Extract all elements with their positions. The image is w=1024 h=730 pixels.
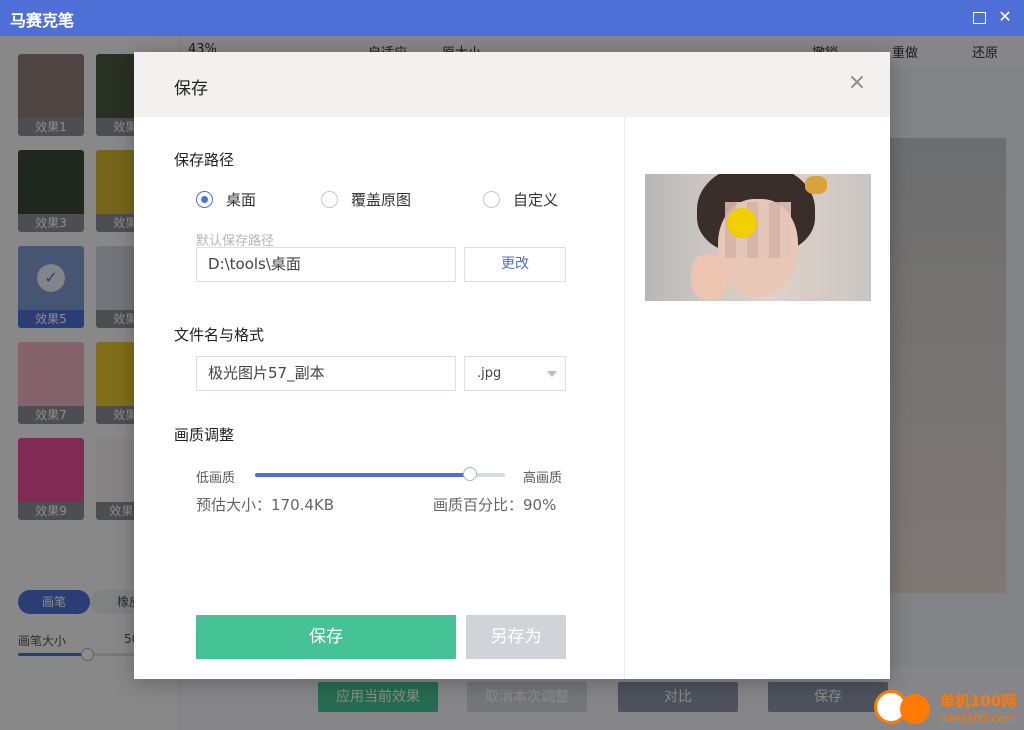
quality-label: 画质调整 <box>174 426 235 444</box>
quality-percent: 画质百分比：90% <box>433 496 557 514</box>
save-path-field[interactable]: D:\tools\桌面 <box>196 247 456 282</box>
title-bar: 马赛克笔 ✕ <box>0 0 1024 36</box>
filename-field[interactable]: 极光图片57_副本 <box>196 356 456 391</box>
radio-selected-icon <box>196 191 213 208</box>
preview-hand <box>691 254 727 300</box>
quality-fill <box>255 473 470 477</box>
close-icon[interactable]: × <box>846 72 868 94</box>
preview-headband <box>805 176 827 194</box>
site-watermark: 单机100网 danji100.com <box>874 690 1024 730</box>
radio-label: 桌面 <box>226 191 257 209</box>
watermark-line2: danji100.com <box>940 712 1015 725</box>
divider <box>624 117 625 679</box>
save-path-label: 保存路径 <box>174 151 235 169</box>
dialog-header: 保存 × <box>134 52 890 117</box>
save-as-button[interactable]: 另存为 <box>466 615 566 659</box>
quality-high-label: 高画质 <box>523 471 563 486</box>
dialog-title: 保存 <box>174 79 208 99</box>
radio-icon <box>321 191 338 208</box>
save-button[interactable]: 保存 <box>196 615 456 659</box>
maximize-icon[interactable] <box>970 8 988 26</box>
quality-handle[interactable] <box>463 467 477 481</box>
quality-slider[interactable] <box>255 467 505 481</box>
quality-low-label: 低画质 <box>196 471 236 486</box>
preview-mosaic-dot <box>727 208 757 238</box>
close-icon[interactable]: ✕ <box>996 8 1014 26</box>
save-dialog: 保存 × 保存路径 桌面 覆盖原图 自定义 默认保存路径 D:\tools\桌面… <box>134 52 890 679</box>
radio-label: 自定义 <box>513 191 559 209</box>
format-value: .jpg <box>477 366 502 381</box>
radio-label: 覆盖原图 <box>351 191 412 209</box>
estimated-size: 预估大小：170.4KB <box>196 496 335 514</box>
app-title: 马赛克笔 <box>10 11 75 30</box>
radio-icon <box>483 191 500 208</box>
filename-format-label: 文件名与格式 <box>174 326 265 344</box>
preview-image <box>645 174 871 301</box>
format-select[interactable]: .jpg <box>464 356 566 391</box>
chevron-down-icon <box>547 371 557 377</box>
change-path-button[interactable]: 更改 <box>464 247 566 282</box>
logo-icon <box>900 694 930 724</box>
watermark-line1: 单机100网 <box>940 692 1017 710</box>
